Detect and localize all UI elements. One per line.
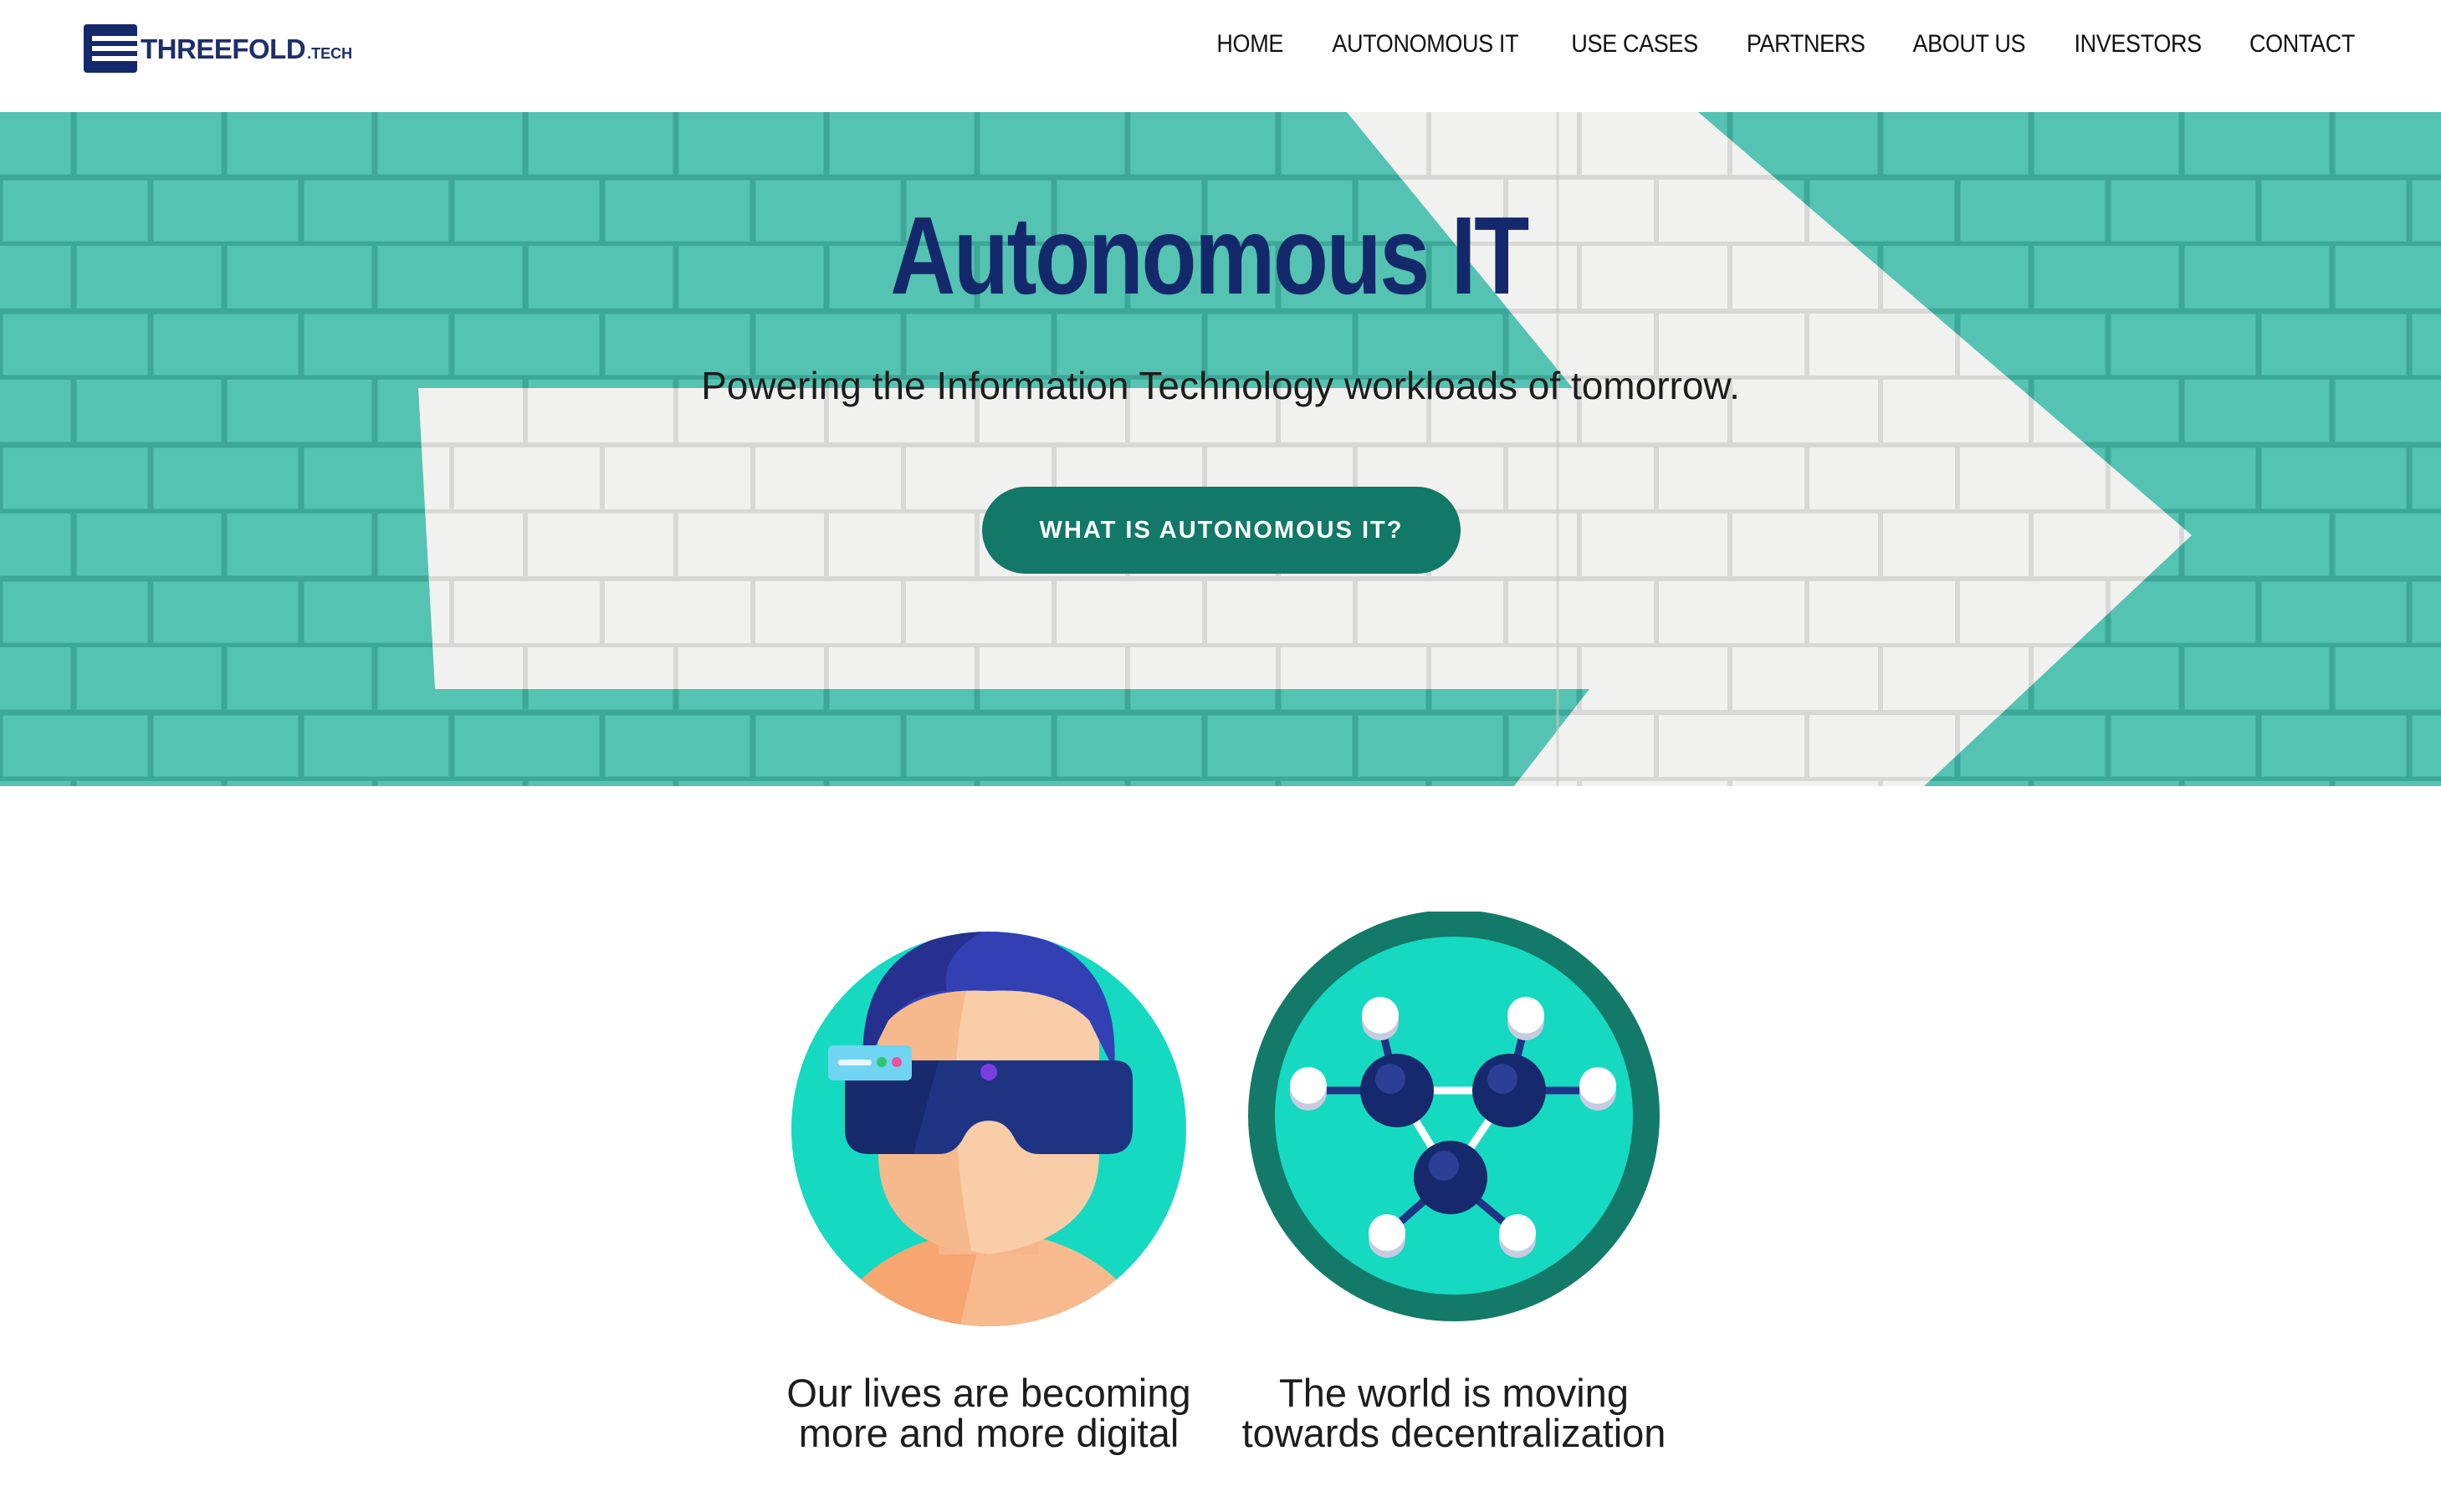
nav-about-us[interactable]: ABOUT US	[1913, 30, 2026, 59]
nav-investors[interactable]: INVESTORS	[2074, 30, 2202, 59]
hero-section: Autonomous IT Powering the Information T…	[0, 112, 2441, 786]
logo-brand-text: THREEFOLD	[141, 33, 306, 64]
nav-use-cases[interactable]: USE CASES	[1571, 30, 1698, 59]
nav-home[interactable]: HOME	[1216, 30, 1283, 59]
threefold-logo[interactable]: THREEFOLD .TECH	[84, 23, 352, 74]
nav-partners[interactable]: PARTNERS	[1747, 30, 1865, 59]
nav-contact[interactable]: CONTACT	[2249, 30, 2355, 59]
threefold-logo-icon	[84, 24, 137, 73]
nav-autonomous-it[interactable]: AUTONOMOUS IT	[1332, 30, 1518, 59]
feature-caption-digital: Our lives are becoming more and more dig…	[786, 1371, 1191, 1455]
main-nav: HOME AUTONOMOUS IT USE CASES PARTNERS AB…	[1213, 30, 2361, 59]
molecule-network-icon	[1248, 912, 1660, 1321]
site-header: THREEFOLD .TECH HOME AUTONOMOUS IT USE C…	[0, 0, 2441, 112]
hero-subtitle: Powering the Information Technology work…	[701, 364, 1740, 407]
logo-suffix-text: .TECH	[307, 44, 353, 62]
feature-caption-decentralization: The world is moving towards decentraliza…	[1241, 1371, 1666, 1455]
hero-title: Autonomous IT	[890, 194, 1529, 317]
what-is-autonomous-it-button[interactable]: WHAT IS AUTONOMOUS IT?	[982, 487, 1461, 574]
vr-headset-person-icon	[791, 932, 1186, 1326]
